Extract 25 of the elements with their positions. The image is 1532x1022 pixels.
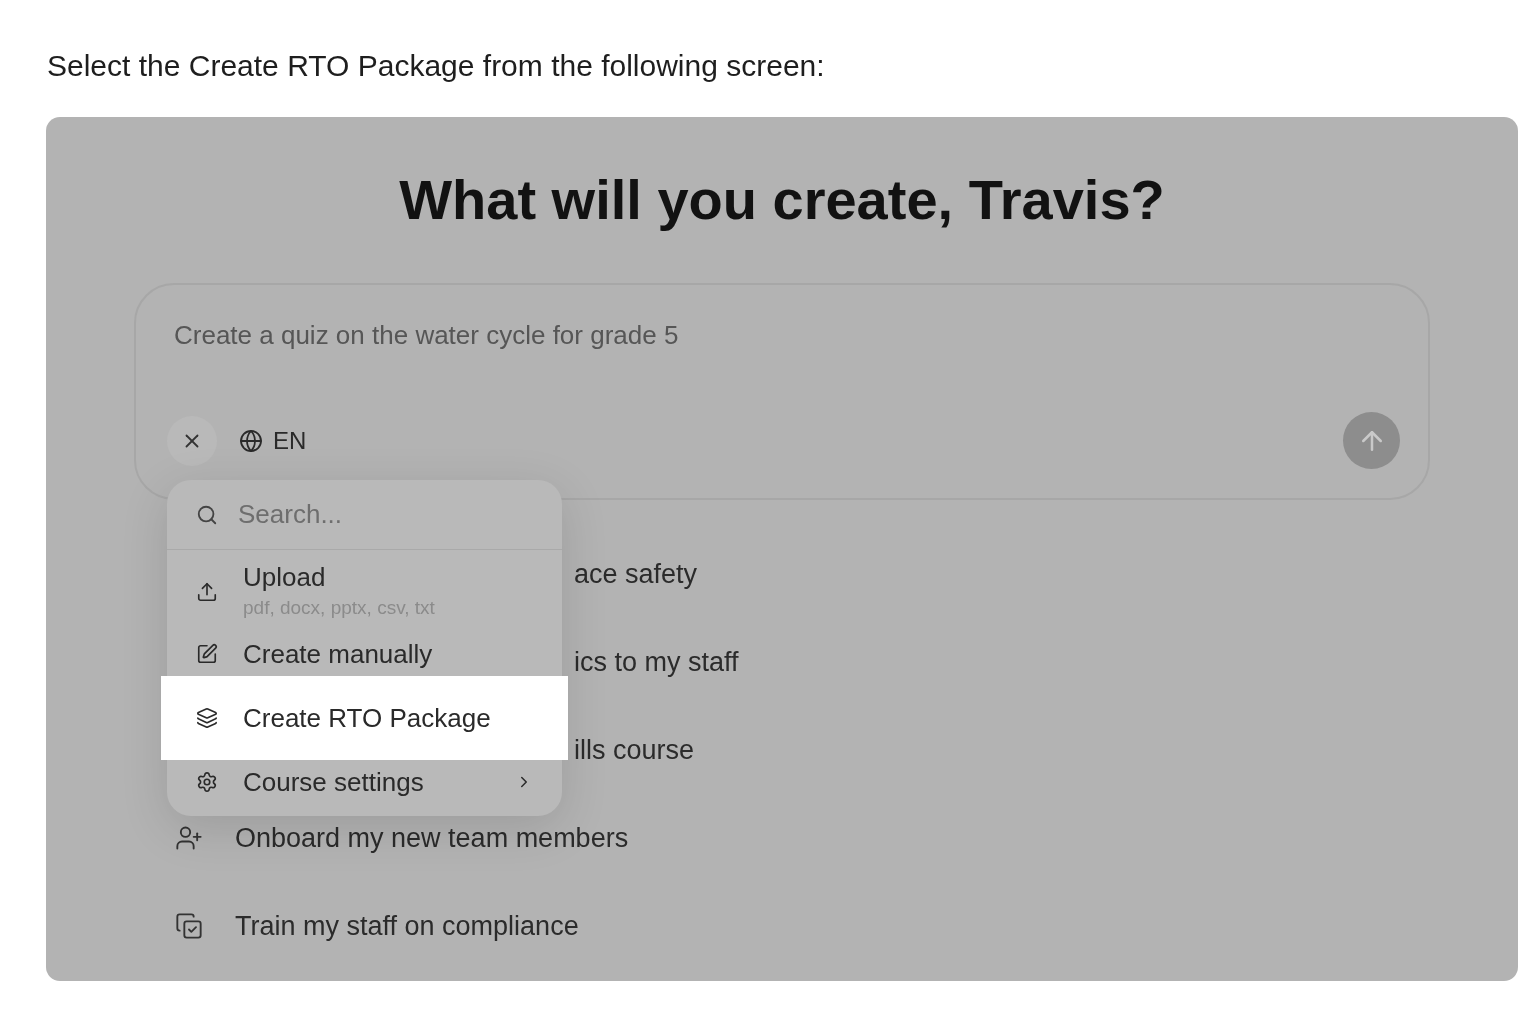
globe-icon xyxy=(239,428,263,453)
prompt-input[interactable]: Create a quiz on the water cycle for grade 5 xyxy=(167,318,1400,358)
menu-item-label: Create manually xyxy=(243,638,434,670)
settings-icon xyxy=(196,771,218,793)
menu-item[interactable]: Create RTO Package xyxy=(161,676,568,760)
menu-item-label: Create RTO Package xyxy=(243,702,492,734)
search-input[interactable]: Search... xyxy=(238,496,518,533)
instruction-text: Select the Create RTO Package from the following screen: xyxy=(47,48,825,84)
user-plus-icon xyxy=(175,824,203,852)
suggestion-button[interactable]: ics to my staff xyxy=(574,648,739,676)
layers-icon xyxy=(196,707,218,729)
page-heading: What will you create, Travis? xyxy=(399,167,1165,233)
menu-item[interactable]: Course settings xyxy=(167,760,562,804)
suggestion-button[interactable]: Train my staff on compliance xyxy=(175,912,579,940)
suggestion-button[interactable]: ills course xyxy=(574,736,695,764)
menu-item-label: Course settings xyxy=(243,766,425,798)
edit-icon xyxy=(196,643,218,665)
language-button[interactable]: EN xyxy=(239,426,307,455)
copy-check-icon xyxy=(175,912,203,940)
upload-icon xyxy=(196,581,218,603)
search-icon xyxy=(196,503,218,526)
suggestion-button[interactable]: Onboard my new team members xyxy=(175,824,629,852)
menu-item[interactable]: Create manually xyxy=(167,632,562,676)
menu-item-label: Upload xyxy=(243,561,327,593)
suggestion-button[interactable]: ace safety xyxy=(574,560,698,588)
